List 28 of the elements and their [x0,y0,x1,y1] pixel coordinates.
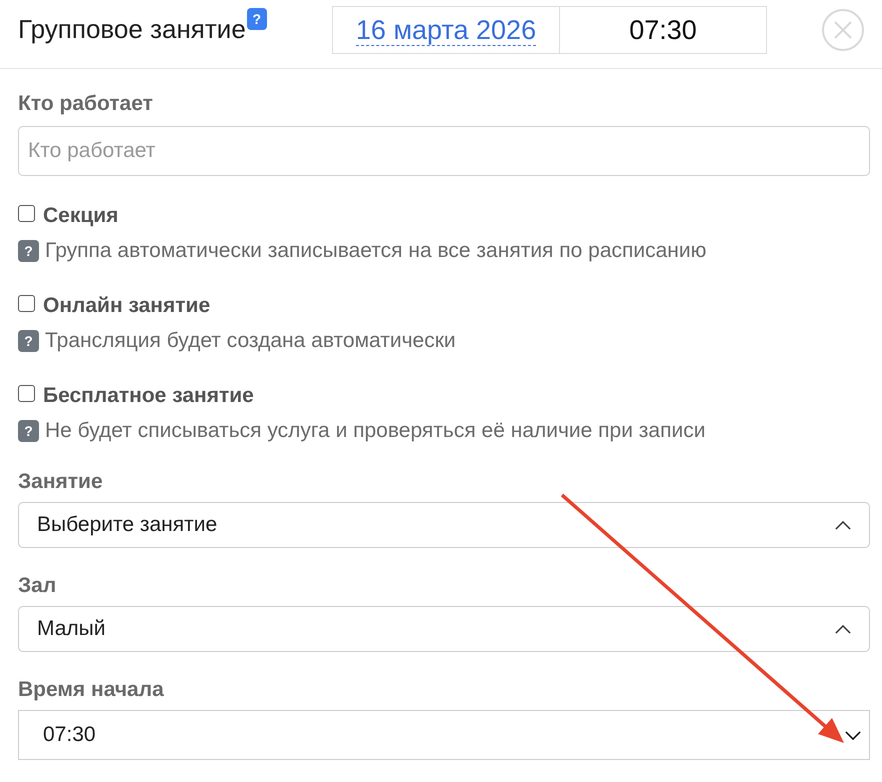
close-icon [822,9,864,51]
date-link[interactable]: 16 марта 2026 [356,14,536,46]
checkbox-label[interactable]: Онлайн занятие [43,293,210,319]
hint-text: Не будет списываться услуга и проверяться её наличие при записи [45,418,706,444]
help-badge[interactable]: ? [18,420,39,442]
worker-input[interactable]: Кто работает [18,126,870,176]
checkbox[interactable] [18,205,35,222]
checkbox[interactable] [18,295,35,312]
chevron-up-icon [835,520,851,530]
hint-text: Группа автоматически записывается на все занятия по расписанию [45,238,706,264]
help-badge[interactable]: ? [246,8,267,30]
dropdown-field[interactable]: Малый [18,606,870,652]
checkbox-label[interactable]: Бесплатное занятие [43,383,254,409]
chevron-up-icon [835,624,851,634]
time-value[interactable]: 07:30 [629,15,697,45]
checkbox-label[interactable]: Секция [43,203,118,229]
hint-text: Трансляция будет создана автоматически [45,328,456,354]
dropdown-field[interactable]: Выберите занятие [18,502,870,548]
help-badge[interactable]: ? [18,330,39,352]
dialog-title: Групповое занятие [18,14,246,44]
field-label: Кто работает [18,92,153,116]
field-label: Время начала [18,678,164,702]
field-label: Зал [18,574,56,598]
chevron-down-icon [845,730,861,740]
help-badge[interactable]: ? [18,240,39,262]
checkbox[interactable] [18,385,35,402]
field-label: Занятие [18,470,103,494]
dropdown-field[interactable]: 07:30 [18,710,870,760]
